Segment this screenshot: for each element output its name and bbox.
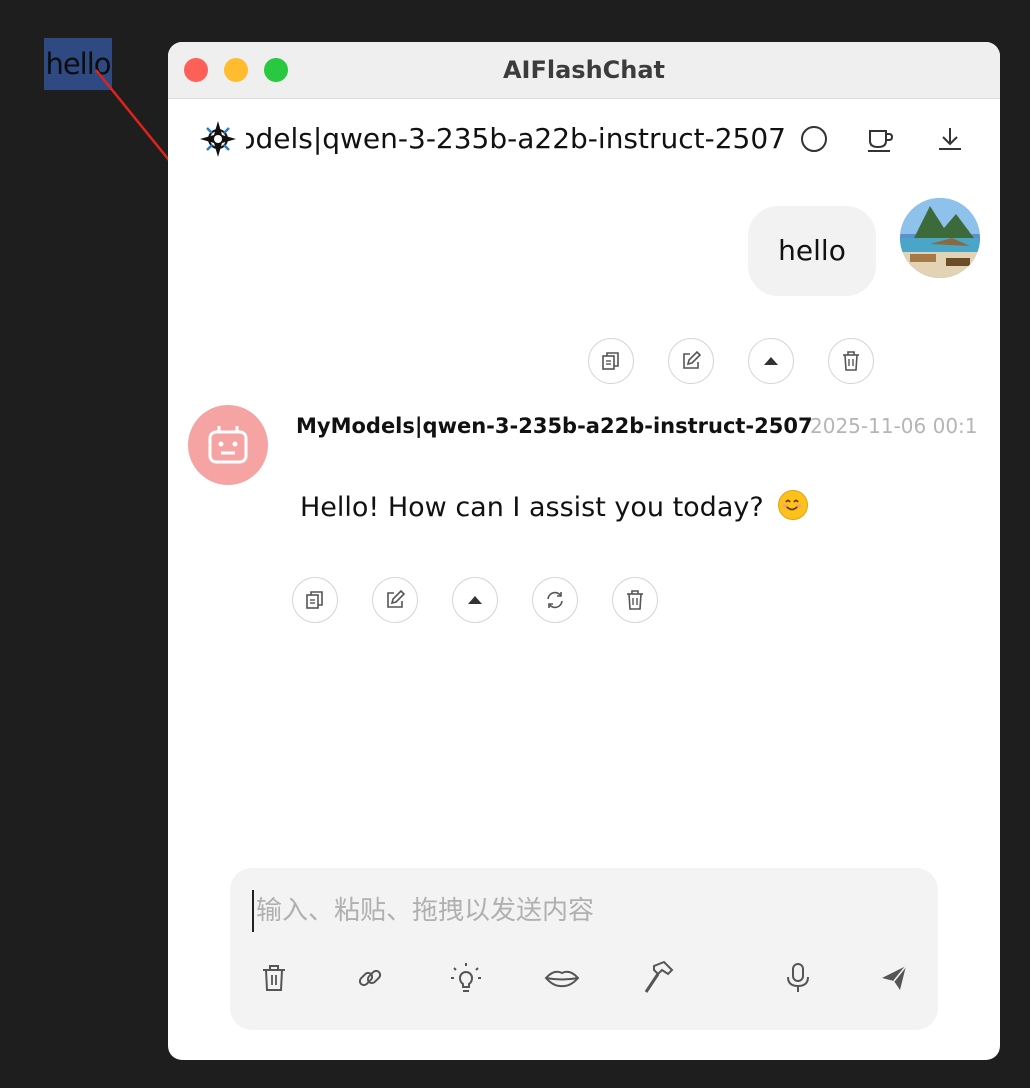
edit-icon (683, 350, 702, 369)
user-copy-button[interactable] (588, 338, 634, 384)
link-icon[interactable] (350, 958, 390, 998)
user-avatar[interactable] (900, 198, 980, 278)
bot-edit-button[interactable] (372, 577, 418, 623)
send-icon[interactable] (874, 958, 914, 998)
copy-icon (306, 591, 323, 609)
user-collapse-button[interactable] (748, 338, 794, 384)
app-window: AIFlashChat MyModels|qwen-3-235b-a22b-in… (168, 42, 1000, 1060)
app-logo-icon (200, 121, 236, 157)
bot-regenerate-button[interactable] (532, 577, 578, 623)
bot-avatar[interactable] (188, 405, 268, 485)
trash-icon (627, 590, 643, 610)
lips-icon[interactable] (542, 958, 582, 998)
edit-icon (387, 589, 406, 608)
hammer-icon[interactable] (638, 958, 678, 998)
robot-icon (208, 426, 248, 464)
download-icon[interactable] (932, 121, 968, 157)
window-title: AIFlashChat (502, 56, 666, 84)
trash-icon (843, 351, 859, 371)
user-message-bubble: hello (748, 206, 876, 296)
desktop-selected-text: hello (44, 38, 112, 90)
message-composer (230, 868, 938, 1030)
lightbulb-icon[interactable] (446, 958, 486, 998)
smiling-face-icon (778, 490, 809, 520)
bot-message-timestamp: 2025-11-06 00:1 (810, 414, 978, 438)
bot-delete-button[interactable] (612, 577, 658, 623)
chat-toolbar: MyModels|qwen-3-235b-a22b-instruct-2507 (168, 99, 1000, 179)
refresh-icon (547, 591, 563, 609)
bot-collapse-button[interactable] (452, 577, 498, 623)
coffee-cup-icon[interactable] (862, 121, 898, 157)
title-bar[interactable]: AIFlashChat (168, 42, 1000, 99)
trash-icon[interactable] (254, 958, 294, 998)
caret-up-icon (764, 357, 778, 365)
bot-message-text: Hello! How can I assist you today? (300, 492, 764, 523)
bot-message-text-row: Hello! How can I assist you today? (300, 490, 809, 523)
model-title-text: MyModels|qwen-3-235b-a22b-instruct-2507 (246, 122, 786, 155)
microphone-icon[interactable] (778, 958, 818, 998)
model-selector[interactable]: MyModels|qwen-3-235b-a22b-instruct-2507 (246, 117, 786, 161)
bot-copy-button[interactable] (292, 577, 338, 623)
caret-up-icon (468, 596, 482, 604)
copy-icon (602, 352, 619, 370)
message-input[interactable] (252, 890, 918, 932)
circle-status-icon[interactable] (796, 121, 832, 157)
bot-model-name: MyModels|qwen-3-235b-a22b-instruct-2507 (296, 414, 813, 438)
user-edit-button[interactable] (668, 338, 714, 384)
user-delete-button[interactable] (828, 338, 874, 384)
